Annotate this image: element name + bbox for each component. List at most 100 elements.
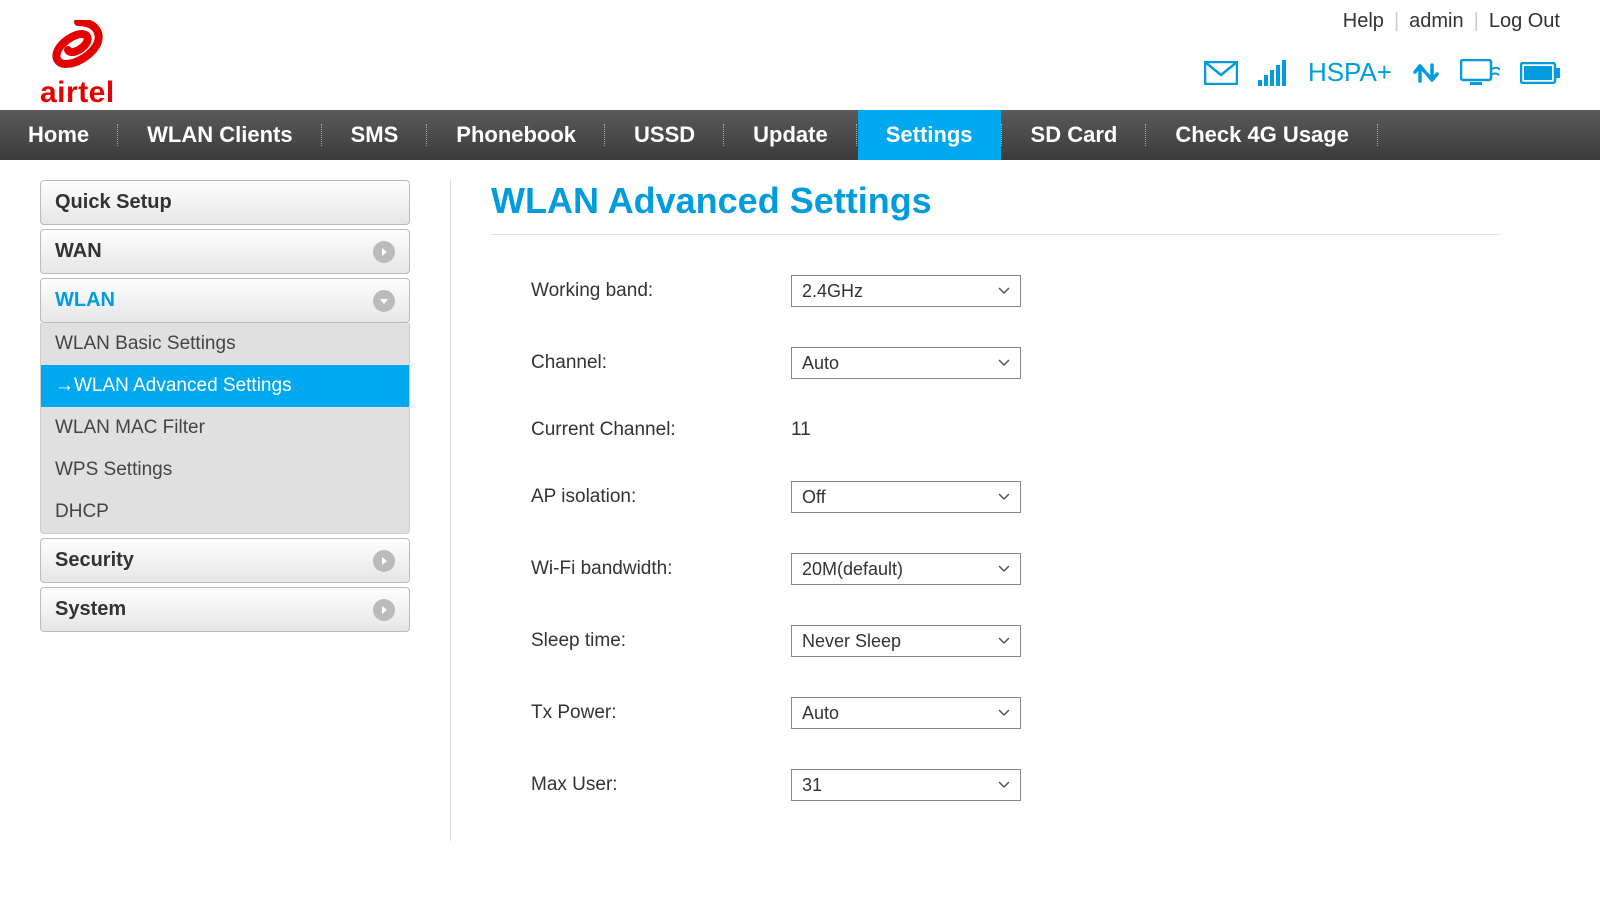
nav-label: WLAN Clients [147, 122, 292, 148]
nav-label: Home [28, 122, 89, 148]
sidebar-label: Quick Setup [55, 191, 172, 214]
label-ap-isolation: AP isolation: [491, 486, 791, 508]
nav-divider [1377, 124, 1379, 146]
nav-wlan-clients[interactable]: WLAN Clients [119, 110, 320, 160]
sidebar-label: WAN [55, 240, 102, 263]
nav-label: Settings [886, 122, 973, 148]
separator: | [1394, 10, 1399, 33]
chevron-right-icon [373, 241, 395, 263]
nav-update[interactable]: Update [725, 110, 856, 160]
nav-ussd[interactable]: USSD [606, 110, 723, 160]
battery-icon [1520, 62, 1560, 84]
page-title: WLAN Advanced Settings [491, 180, 1500, 235]
signal-icon [1258, 60, 1288, 86]
brand-name: airtel [40, 76, 115, 110]
select-sleep-time[interactable]: Never Sleep [791, 625, 1021, 657]
row-current-channel: Current Channel: 11 [491, 419, 1500, 441]
nav-label: USSD [634, 122, 695, 148]
top-right: Help | admin | Log Out HSPA+ [1204, 10, 1560, 88]
select-value: 2.4GHz [802, 281, 863, 302]
sidebar-security[interactable]: Security [40, 538, 410, 583]
chevron-down-icon [998, 493, 1010, 501]
help-link[interactable]: Help [1343, 10, 1384, 33]
mail-icon[interactable] [1204, 61, 1238, 85]
label-current-channel: Current Channel: [491, 419, 791, 441]
label-channel: Channel: [491, 352, 791, 374]
row-working-band: Working band: 2.4GHz [491, 275, 1500, 307]
sidebar-label: Security [55, 549, 134, 572]
chevron-down-icon [998, 359, 1010, 367]
updown-arrows-icon [1412, 59, 1440, 87]
sub-label: WPS Settings [55, 459, 172, 480]
sidebar-quick-setup[interactable]: Quick Setup [40, 180, 410, 225]
nav-label: Check 4G Usage [1175, 122, 1349, 148]
row-wifi-bandwidth: Wi-Fi bandwidth: 20M(default) [491, 553, 1500, 585]
select-value: Auto [802, 353, 839, 374]
main-panel: WLAN Advanced Settings Working band: 2.4… [491, 180, 1560, 841]
sidebar-label: System [55, 598, 126, 621]
select-channel[interactable]: Auto [791, 347, 1021, 379]
sidebar-system[interactable]: System [40, 587, 410, 632]
sidebar-wlan-advanced[interactable]: →WLAN Advanced Settings [41, 365, 409, 407]
select-value: 20M(default) [802, 559, 903, 580]
brand-logo: airtel [40, 10, 115, 110]
select-value: Off [802, 487, 826, 508]
sidebar-dhcp[interactable]: DHCP [41, 491, 409, 533]
sub-label: WLAN MAC Filter [55, 417, 205, 438]
nav-phonebook[interactable]: Phonebook [428, 110, 604, 160]
user-link[interactable]: admin [1409, 10, 1463, 33]
row-max-user: Max User: 31 [491, 769, 1500, 801]
row-tx-power: Tx Power: Auto [491, 697, 1500, 729]
content: Quick Setup WAN WLAN WLAN Basic Settings… [0, 160, 1600, 861]
row-channel: Channel: Auto [491, 347, 1500, 379]
nav-label: SD Card [1031, 122, 1118, 148]
select-wifi-bandwidth[interactable]: 20M(default) [791, 553, 1021, 585]
label-wifi-bandwidth: Wi-Fi bandwidth: [491, 558, 791, 580]
chevron-down-icon [998, 781, 1010, 789]
sidebar-wps-settings[interactable]: WPS Settings [41, 449, 409, 491]
chevron-down-icon [373, 290, 395, 312]
arrow-prefix-icon: → [55, 375, 74, 396]
value-current-channel: 11 [791, 419, 811, 441]
wifi-monitor-icon [1460, 59, 1500, 87]
nav-sd-card[interactable]: SD Card [1003, 110, 1146, 160]
label-sleep-time: Sleep time: [491, 630, 791, 652]
select-value: Never Sleep [802, 631, 901, 652]
select-ap-isolation[interactable]: Off [791, 481, 1021, 513]
main-nav: Home WLAN Clients SMS Phonebook USSD Upd… [0, 110, 1600, 160]
nav-sms[interactable]: SMS [323, 110, 427, 160]
select-tx-power[interactable]: Auto [791, 697, 1021, 729]
sidebar-wlan[interactable]: WLAN [40, 278, 410, 323]
sidebar: Quick Setup WAN WLAN WLAN Basic Settings… [40, 180, 410, 841]
logout-link[interactable]: Log Out [1489, 10, 1560, 33]
sidebar-wlan-submenu: WLAN Basic Settings →WLAN Advanced Setti… [40, 323, 410, 534]
sidebar-wan[interactable]: WAN [40, 229, 410, 274]
top-links: Help | admin | Log Out [1343, 10, 1560, 33]
sidebar-label: WLAN [55, 289, 115, 312]
row-sleep-time: Sleep time: Never Sleep [491, 625, 1500, 657]
nav-settings[interactable]: Settings [858, 110, 1001, 160]
nav-label: Phonebook [456, 122, 576, 148]
vertical-divider [450, 180, 451, 841]
network-type: HSPA+ [1308, 57, 1392, 88]
sub-label: WLAN Basic Settings [55, 333, 236, 354]
nav-check-4g[interactable]: Check 4G Usage [1147, 110, 1377, 160]
select-working-band[interactable]: 2.4GHz [791, 275, 1021, 307]
select-max-user[interactable]: 31 [791, 769, 1021, 801]
top-header: airtel Help | admin | Log Out HSP [0, 0, 1600, 110]
chevron-right-icon [373, 550, 395, 572]
chevron-down-icon [998, 637, 1010, 645]
sub-label: DHCP [55, 501, 109, 522]
label-max-user: Max User: [491, 774, 791, 796]
nav-home[interactable]: Home [0, 110, 117, 160]
status-row: HSPA+ [1204, 57, 1560, 88]
chevron-down-icon [998, 709, 1010, 717]
chevron-down-icon [998, 565, 1010, 573]
sidebar-wlan-mac-filter[interactable]: WLAN MAC Filter [41, 407, 409, 449]
nav-label: SMS [351, 122, 399, 148]
select-value: 31 [802, 775, 822, 796]
sidebar-wlan-basic[interactable]: WLAN Basic Settings [41, 323, 409, 365]
chevron-down-icon [998, 287, 1010, 295]
sub-label: WLAN Advanced Settings [74, 375, 292, 396]
airtel-swirl-icon [48, 20, 106, 70]
